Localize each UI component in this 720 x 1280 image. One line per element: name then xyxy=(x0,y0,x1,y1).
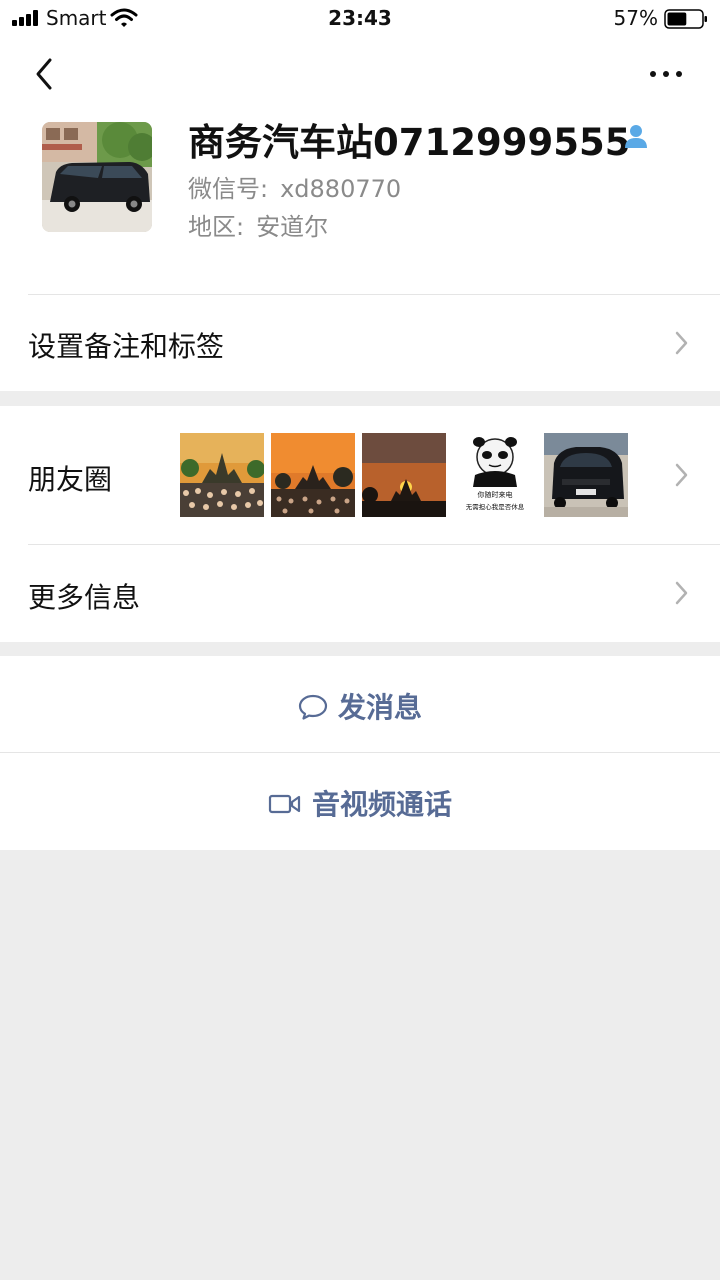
moments-thumbnail[interactable] xyxy=(544,433,628,517)
moments-thumbnail[interactable] xyxy=(180,433,264,517)
panda-caption-2: 无需担心我是否休息 xyxy=(466,502,525,511)
person-icon xyxy=(625,125,647,148)
contact-name: 商务汽车站0712999555 xyxy=(188,121,631,164)
moments-section: 朋友圈 你随时来电 无需担心我是否休息 更多信息 xyxy=(0,406,720,642)
back-button[interactable] xyxy=(30,56,60,92)
wechat-id-label: 微信号: xyxy=(188,175,269,203)
chevron-right-icon xyxy=(675,581,688,605)
more-info-label: 更多信息 xyxy=(28,581,141,614)
remark-tags-label: 设置备注和标签 xyxy=(28,330,225,363)
more-button[interactable] xyxy=(648,62,684,86)
avatar[interactable] xyxy=(42,122,152,232)
moments-thumbnail[interactable] xyxy=(362,433,446,517)
moments-label: 朋友圈 xyxy=(28,463,113,496)
moments-row[interactable]: 朋友圈 你随时来电 无需担心我是否休息 xyxy=(0,406,720,544)
chevron-right-icon xyxy=(675,331,688,355)
remark-tags-row[interactable]: 设置备注和标签 xyxy=(0,295,720,391)
action-section: 发消息 音视频通话 xyxy=(0,656,720,850)
wechat-id-value: xd880770 xyxy=(280,175,402,203)
profile-card: 商务汽车站0712999555 微信号: xd880770 地区: 安道尔 设置备注… xyxy=(0,38,720,391)
more-info-row[interactable]: 更多信息 xyxy=(0,545,720,642)
region-line: 地区: 安道尔 xyxy=(188,207,328,242)
status-bar: Smart 23:43 57% xyxy=(0,0,720,38)
send-message-label: 发消息 xyxy=(337,691,422,724)
panda-caption-1: 你随时来电 xyxy=(478,490,513,499)
region-label: 地区: xyxy=(188,213,245,241)
video-call-label: 音视频通话 xyxy=(311,788,452,821)
video-camera-icon xyxy=(268,794,301,814)
video-call-button[interactable]: 音视频通话 xyxy=(0,753,720,849)
chevron-right-icon xyxy=(675,463,688,487)
moments-thumbnail[interactable]: 你随时来电 无需担心我是否休息 xyxy=(453,433,537,517)
send-message-button[interactable]: 发消息 xyxy=(0,656,720,752)
wechat-id-line: 微信号: xd880770 xyxy=(188,169,401,204)
moments-thumbnail[interactable] xyxy=(271,433,355,517)
battery-percent: 57% xyxy=(613,6,658,30)
clock: 23:43 xyxy=(328,6,392,30)
battery-icon xyxy=(664,9,707,29)
chat-bubble-icon xyxy=(298,694,328,720)
region-value: 安道尔 xyxy=(256,213,329,241)
moments-thumbnails: 你随时来电 无需担心我是否休息 xyxy=(180,433,630,517)
